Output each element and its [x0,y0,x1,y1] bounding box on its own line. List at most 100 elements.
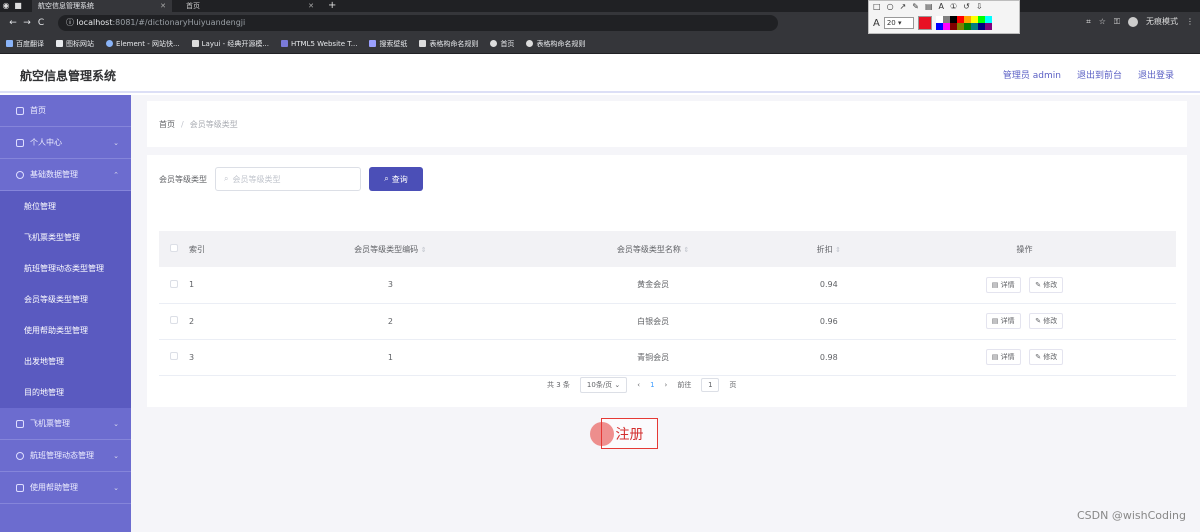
more-icon[interactable]: ⋮ [1186,17,1194,26]
search-button[interactable]: ⌕ 查询 [369,167,423,191]
back-icon[interactable]: ← [6,18,20,28]
breadcrumb-home[interactable]: 首页 [159,119,175,130]
color-swatch[interactable] [956,23,964,30]
bookmark[interactable]: 表格构命名规则 [526,39,585,49]
bookmark[interactable]: Element - 网站快... [106,39,180,49]
browser-tab-active[interactable]: 航空信息管理系统 ✕ [32,0,172,12]
detail-button[interactable]: ▤ 详情 [985,313,1021,329]
color-swatch[interactable] [970,16,978,23]
color-swatch[interactable] [942,16,950,23]
sidebar-subitem-ticket-type[interactable]: 飞机票类型管理 [0,222,131,253]
bookmark[interactable]: 表格构命名规则 [419,39,478,49]
sidebar-item-flight-dynamic[interactable]: 航班管理动态管理 ⌄ [0,440,131,472]
bookmark[interactable]: HTML5 Website T... [281,40,357,48]
edit-button[interactable]: ✎ 修改 [1029,349,1064,365]
sort-icon[interactable]: ⇕ [835,246,841,254]
undo-icon[interactable]: ↺ [963,1,970,13]
rect-tool-icon[interactable]: □ [873,1,881,13]
sidebar-subitem-departure[interactable]: 出发地管理 [0,346,131,377]
incognito-icon[interactable] [1128,16,1138,27]
profile-label[interactable]: 无痕模式 [1146,16,1178,27]
color-swatch[interactable] [935,16,943,23]
color-swatch[interactable] [963,16,971,23]
save-icon[interactable]: ⇩ [976,1,983,13]
color-swatch[interactable] [956,16,964,23]
page-number[interactable]: 1 [650,381,654,389]
color-swatch[interactable] [977,16,985,23]
key-icon[interactable]: ⚿ [1114,17,1120,27]
extensions-area: ⌗ ☆ ⚿ 无痕模式 ⋮ [1086,16,1194,27]
browser-menu-icon[interactable]: ◉ [0,0,12,12]
sidebar-item-base-data[interactable]: 基础数据管理 ⌃ [0,159,131,191]
sidebar-item-home[interactable]: 首页 [0,95,131,127]
marker-tool-icon[interactable]: ▤ [925,1,933,13]
bookmark[interactable]: 首页 [490,39,514,49]
arrow-tool-icon[interactable]: ↗ [900,1,907,13]
color-swatch[interactable] [984,16,992,23]
cell-code: 2 [259,303,522,340]
header-code[interactable]: 会员等级类型编码 ⇕ [259,231,522,267]
current-color-swatch[interactable] [917,16,932,30]
sidebar-item-profile[interactable]: 个人中心 ⌄ [0,127,131,159]
color-swatch[interactable] [977,23,985,30]
row-checkbox[interactable] [170,279,178,288]
row-checkbox[interactable] [170,352,178,360]
page-size-select[interactable]: 10条/页 ⌄ [579,377,628,393]
bookmark[interactable]: Layui - 经典开源模... [191,39,269,49]
color-swatch[interactable] [949,23,957,30]
pen-tool-icon[interactable]: ✎ [912,1,919,13]
sidebar-subitem-flight-dynamic-type[interactable]: 航班管理动态类型管理 [0,253,131,284]
sidebar-subitem-help-type[interactable]: 使用帮助类型管理 [0,315,131,346]
back-to-frontend-link[interactable]: 退出到前台 [1077,68,1122,81]
header-discount-label: 折扣 [816,244,833,254]
sidebar-subitem-member-level-type[interactable]: 会员等级类型管理 [0,284,131,315]
detail-button[interactable]: ▤ 详情 [985,349,1021,365]
data-table: 索引 会员等级类型编码 ⇕ 会员等级类型名称 ⇕ 折扣 ⇕ 操作 1 3 黄金会… [159,231,1176,376]
color-swatch[interactable] [949,16,957,23]
detail-button[interactable]: ▤ 详情 [985,276,1021,293]
color-swatch[interactable] [984,23,992,30]
sidebar-item-help[interactable]: 使用帮助管理 ⌄ [0,472,131,504]
search-input[interactable]: ⌕ 会员等级类型 [215,167,361,191]
edit-button[interactable]: ✎ 修改 [1029,276,1064,293]
browser-tab[interactable]: 首页 ✕ [180,0,320,12]
goto-page-input[interactable]: 1 [701,378,720,392]
edit-button[interactable]: ✎ 修改 [1029,313,1064,329]
tab-list-icon[interactable]: ■ [12,0,24,12]
breadcrumb-current: 会员等级类型 [189,119,238,129]
color-swatch[interactable] [942,23,950,30]
select-all-checkbox[interactable] [170,244,178,252]
text-tool-icon[interactable]: A [939,1,944,13]
font-size-select[interactable]: 20 ▾ [883,17,914,29]
close-tab-icon[interactable]: ✕ [308,0,314,12]
user-icon [16,138,24,147]
reload-icon[interactable]: C [34,18,48,28]
bookmarks-bar: 百度翻译 图标网站 Element - 网站快... Layui - 经典开源模… [0,34,1200,54]
sidebar-item-ticket[interactable]: 飞机票管理 ⌄ [0,408,131,440]
new-tab-icon[interactable]: + [328,0,336,12]
forward-icon[interactable]: → [20,18,34,28]
browser-tabbar: ◉ ■ 航空信息管理系统 ✕ 首页 ✕ + [0,0,1200,12]
header-discount[interactable]: 折扣 ⇕ [784,231,874,267]
color-swatch[interactable] [935,23,943,30]
url-field[interactable]: ⓘ localhost:8081/#/dictionaryHuiyuandeng… [58,15,778,31]
bookmark[interactable]: 图标网站 [56,39,94,49]
color-swatch[interactable] [963,23,971,30]
next-page-icon[interactable]: › [665,381,668,389]
number-tool-icon[interactable]: ① [950,1,957,13]
bookmark[interactable]: 搜索壁纸 [369,39,407,49]
sidebar-subitem-cabin[interactable]: 舱位管理 [0,191,131,222]
translate-icon[interactable]: ⌗ [1086,17,1091,27]
color-swatch[interactable] [970,23,978,30]
sort-icon[interactable]: ⇕ [421,246,427,254]
close-tab-icon[interactable]: ✕ [160,0,166,12]
sort-icon[interactable]: ⇕ [683,246,689,254]
prev-page-icon[interactable]: ‹ [637,381,640,389]
ellipse-tool-icon[interactable]: ○ [887,1,894,13]
logout-link[interactable]: 退出登录 [1138,68,1174,81]
star-icon[interactable]: ☆ [1099,17,1106,26]
bookmark[interactable]: 百度翻译 [6,39,44,49]
header-name[interactable]: 会员等级类型名称 ⇕ [521,231,785,267]
row-checkbox[interactable] [170,316,178,324]
sidebar-subitem-destination[interactable]: 目的地管理 [0,377,131,408]
